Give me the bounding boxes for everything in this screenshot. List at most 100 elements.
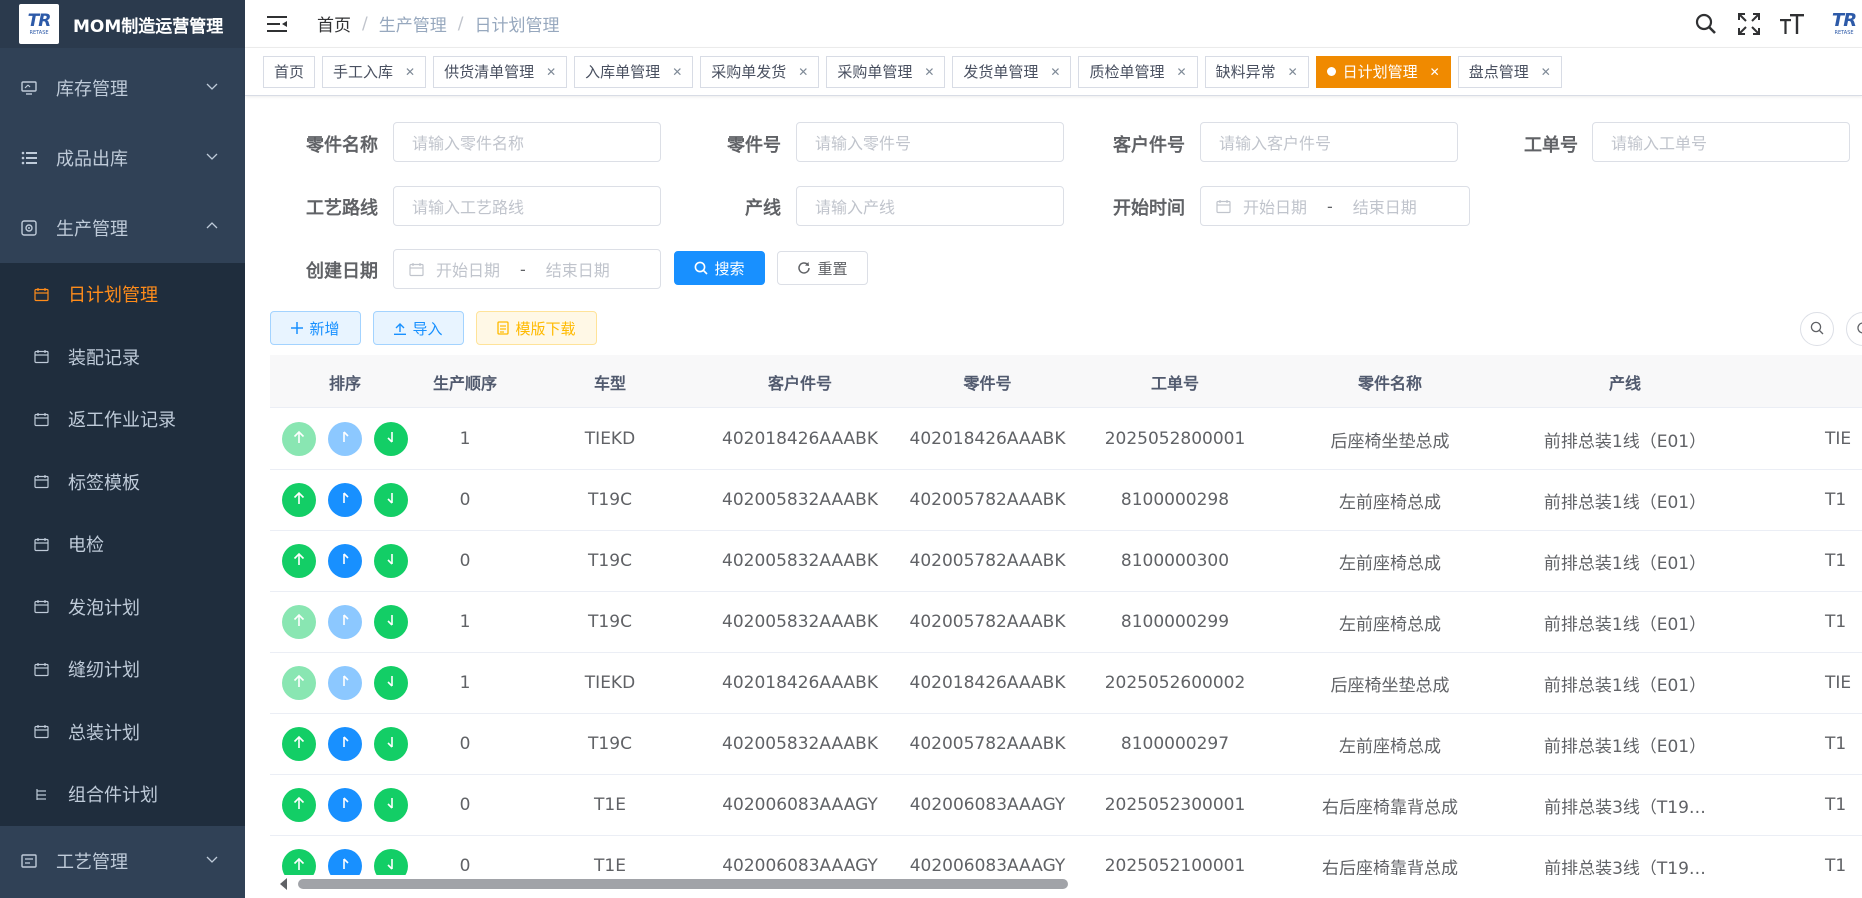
move-up-button[interactable] xyxy=(282,666,316,700)
tag-stocktake[interactable]: 盘点管理 ✕ xyxy=(1457,55,1562,88)
tag-purchase-order[interactable]: 采购单管理 ✕ xyxy=(826,55,946,88)
table-row[interactable]: 0 T19C 402005832AAABK 402005782AAABK 8100000… xyxy=(270,714,1862,775)
import-button[interactable]: 导入 xyxy=(373,311,464,345)
route-input[interactable]: 请输入工艺路线 xyxy=(393,186,661,226)
move-top-button[interactable] xyxy=(328,849,362,875)
scrollbar-thumb[interactable] xyxy=(298,879,1068,889)
sidebar-group-production[interactable]: 生产管理 xyxy=(0,193,245,263)
sidebar-item-component-plan[interactable]: 组合件计划 xyxy=(0,763,245,826)
move-top-button[interactable] xyxy=(328,483,362,517)
close-icon[interactable]: ✕ xyxy=(1430,65,1440,79)
sidebar-item-label-template[interactable]: 标签模板 xyxy=(0,451,245,514)
close-icon[interactable]: ✕ xyxy=(1541,65,1551,79)
sidebar-item-sewing-plan[interactable]: 缝纫计划 xyxy=(0,638,245,701)
search-icon[interactable] xyxy=(1693,11,1719,37)
start-time-range[interactable]: 开始日期 - 结束日期 xyxy=(1200,186,1470,226)
move-down-button[interactable] xyxy=(374,544,408,578)
sidebar-item-daily-plan[interactable]: 日计划管理 xyxy=(0,263,245,326)
tag-shortage[interactable]: 缺料异常 ✕ xyxy=(1204,55,1309,88)
move-up-button[interactable] xyxy=(282,727,316,761)
close-icon[interactable]: ✕ xyxy=(924,65,934,79)
move-up-button[interactable] xyxy=(282,422,316,456)
toggle-search-button[interactable] xyxy=(1800,312,1834,346)
move-down-button[interactable] xyxy=(374,605,408,639)
table-row[interactable]: 0 T1E 402006083AAAGY 402006083AAAGY 20250521… xyxy=(270,836,1862,875)
line-input[interactable]: 请输入产线 xyxy=(796,186,1064,226)
end-date-placeholder[interactable]: 结束日期 xyxy=(1353,194,1417,218)
part-name-input[interactable]: 请输入零件名称 xyxy=(393,122,661,162)
move-down-button[interactable] xyxy=(374,849,408,875)
search-button[interactable]: 搜索 xyxy=(674,251,765,285)
start-date-placeholder[interactable]: 开始日期 xyxy=(1243,194,1307,218)
sidebar-item-rework-record[interactable]: 返工作业记录 xyxy=(0,388,245,451)
sidebar-group-finished-goods[interactable]: 成品出库 xyxy=(0,123,245,193)
end-date-placeholder[interactable]: 结束日期 xyxy=(546,257,610,281)
breadcrumb-item-home[interactable]: 首页 xyxy=(317,11,351,36)
column-header-model: 车型 xyxy=(593,373,626,393)
sidebar-group-inventory[interactable]: 库存管理 xyxy=(0,53,245,123)
close-icon[interactable]: ✕ xyxy=(1288,65,1298,79)
customer-part-no-input[interactable]: 请输入客户件号 xyxy=(1200,122,1458,162)
tag-delivery-order[interactable]: 发货单管理 ✕ xyxy=(952,55,1072,88)
hamburger-icon[interactable] xyxy=(265,12,289,36)
table-row[interactable]: 1 T19C 402005832AAABK 402005782AAABK 8100000… xyxy=(270,592,1862,653)
scroll-left-arrow-icon[interactable] xyxy=(280,878,287,890)
sidebar-item-final-assembly-plan[interactable]: 总装计划 xyxy=(0,701,245,764)
horizontal-scrollbar[interactable] xyxy=(270,875,1862,893)
move-top-button[interactable] xyxy=(328,788,362,822)
close-icon[interactable]: ✕ xyxy=(672,65,682,79)
reset-button[interactable]: 重置 xyxy=(777,251,868,285)
move-up-button[interactable] xyxy=(282,483,316,517)
start-date-placeholder[interactable]: 开始日期 xyxy=(436,257,500,281)
table-row[interactable]: 1 TIEKD 402018426AAABK 402018426AAABK 202505… xyxy=(270,653,1862,714)
move-top-button[interactable] xyxy=(328,727,362,761)
move-down-button[interactable] xyxy=(374,422,408,456)
sidebar-item-foaming-plan[interactable]: 发泡计划 xyxy=(0,576,245,639)
tag-inbound-order[interactable]: 入库单管理 ✕ xyxy=(574,55,694,88)
move-up-button[interactable] xyxy=(282,605,316,639)
sidebar-group-process[interactable]: 工艺管理 xyxy=(0,826,245,896)
sidebar-item-assembly-record[interactable]: 装配记录 xyxy=(0,326,245,389)
close-icon[interactable]: ✕ xyxy=(405,65,415,79)
move-top-button[interactable] xyxy=(328,422,362,456)
breadcrumb: 首页 / 生产管理 / 日计划管理 xyxy=(317,11,559,37)
sidebar-item-electric-check[interactable]: 电检 xyxy=(0,513,245,576)
app-logo-bar[interactable]: TR RETASE MOM制造运营管理 xyxy=(0,0,245,48)
tag-quality-order[interactable]: 质检单管理 ✕ xyxy=(1078,55,1198,88)
tag-supply-list[interactable]: 供货清单管理 ✕ xyxy=(433,55,568,88)
fullscreen-icon[interactable] xyxy=(1736,11,1762,37)
tag-manual-inbound[interactable]: 手工入库 ✕ xyxy=(322,55,427,88)
cell-part-name: 左前座椅总成 xyxy=(1339,614,1441,635)
refresh-button[interactable] xyxy=(1846,312,1862,346)
move-down-button[interactable] xyxy=(374,666,408,700)
column-header-part-name: 零件名称 xyxy=(1357,373,1422,393)
tag-purchase-shipment[interactable]: 采购单发货 ✕ xyxy=(700,55,820,88)
move-up-button[interactable] xyxy=(282,849,316,875)
move-down-button[interactable] xyxy=(374,788,408,822)
create-date-range[interactable]: 开始日期 - 结束日期 xyxy=(393,249,661,289)
close-icon[interactable]: ✕ xyxy=(798,65,808,79)
work-order-input[interactable]: 请输入工单号 xyxy=(1592,122,1850,162)
part-no-input[interactable]: 请输入零件号 xyxy=(796,122,1064,162)
move-top-button[interactable] xyxy=(328,544,362,578)
avatar[interactable]: TR RETASE xyxy=(1822,9,1862,39)
table-row[interactable]: 0 T1E 402006083AAAGY 402006083AAAGY 20250523… xyxy=(270,775,1862,836)
close-icon[interactable]: ✕ xyxy=(1177,65,1187,79)
move-down-button[interactable] xyxy=(374,483,408,517)
font-size-icon[interactable] xyxy=(1779,11,1805,37)
breadcrumb-item-production[interactable]: 生产管理 xyxy=(379,11,447,36)
move-top-button[interactable] xyxy=(328,666,362,700)
move-up-button[interactable] xyxy=(282,544,316,578)
add-button[interactable]: 新增 xyxy=(270,311,361,345)
table-row[interactable]: 0 T19C 402005832AAABK 402005782AAABK 8100000… xyxy=(270,531,1862,592)
table-row[interactable]: 0 T19C 402005832AAABK 402005782AAABK 8100000… xyxy=(270,470,1862,531)
tag-home[interactable]: 首页 xyxy=(263,55,316,88)
template-download-button[interactable]: 模版下载 xyxy=(476,311,597,345)
tag-daily-plan[interactable]: 日计划管理 ✕ xyxy=(1315,55,1451,88)
table-row[interactable]: 1 TIEKD 402018426AAABK 402018426AAABK 202505… xyxy=(270,409,1862,470)
move-top-button[interactable] xyxy=(328,605,362,639)
close-icon[interactable]: ✕ xyxy=(1050,65,1060,79)
move-up-button[interactable] xyxy=(282,788,316,822)
close-icon[interactable]: ✕ xyxy=(546,65,556,79)
move-down-button[interactable] xyxy=(374,727,408,761)
